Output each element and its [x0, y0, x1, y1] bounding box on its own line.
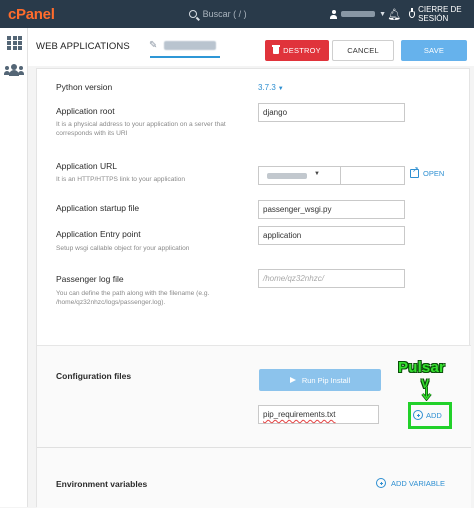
app-root-label: Application root: [56, 106, 115, 116]
external-link-icon: [410, 165, 419, 178]
search-box[interactable]: Buscar ( / ): [188, 9, 257, 19]
run-pip-label: Run Pip Install: [301, 375, 351, 385]
search-icon: [188, 10, 197, 18]
add-label: ADD: [426, 410, 442, 420]
chevron-down-icon: ▼: [379, 10, 387, 18]
destroy-button[interactable]: DESTROY: [265, 40, 329, 61]
power-icon: [408, 8, 416, 18]
url-path-input[interactable]: [341, 166, 405, 185]
env-vars-label: Environment variables: [56, 479, 148, 489]
plus-circle-icon: [376, 478, 386, 488]
application-form-card: Python version 3.7.3 ▼ Application root I…: [36, 68, 471, 508]
entry-point-value: application: [263, 231, 302, 240]
cpanel-logo[interactable]: cPanel: [0, 6, 55, 23]
python-version-value: 3.7.3: [258, 83, 276, 92]
add-config-file-button[interactable]: ADD: [413, 410, 442, 420]
log-file-help: You can define the path along with the f…: [56, 290, 210, 306]
caret-down-icon: ▼: [314, 171, 320, 177]
add-variable-label: ADD VARIABLE: [391, 478, 446, 488]
destroy-label: DESTROY: [283, 46, 321, 55]
python-version-select[interactable]: 3.7.3 ▼: [258, 83, 284, 92]
startup-file-label: Application startup file: [56, 203, 140, 213]
domain-blurred: [267, 173, 307, 179]
annotation-arrow: [421, 387, 432, 401]
users-icon[interactable]: [4, 64, 24, 76]
bell-icon[interactable]: 🔔︎: [386, 8, 403, 21]
user-menu[interactable]: ▼: [330, 9, 387, 19]
cancel-button[interactable]: CANCEL: [332, 40, 394, 61]
entry-point-label: Application Entry point: [56, 229, 141, 239]
app-name-blurred: [164, 41, 216, 50]
trash-icon: [272, 45, 281, 54]
config-file-value: pip_requirements.txt: [263, 410, 336, 419]
add-variable-button[interactable]: ADD VARIABLE: [376, 478, 445, 488]
plus-circle-icon: [413, 410, 423, 420]
entry-point-help: Setup wsgi callable object for your appl…: [56, 245, 190, 252]
open-url-link[interactable]: OPEN: [410, 165, 445, 178]
username-blurred: [341, 11, 376, 17]
save-button[interactable]: SAVE: [401, 40, 467, 61]
log-file-label: Passenger log file: [56, 274, 124, 284]
app-url-help: It is an HTTP/HTTPS link to your applica…: [56, 176, 185, 183]
log-file-placeholder: /home/qz32nhzc/: [263, 274, 324, 283]
log-file-input[interactable]: /home/qz32nhzc/: [258, 269, 405, 288]
pencil-icon[interactable]: ✎: [149, 40, 157, 51]
top-bar: cPanel Buscar ( / ) ▼ 🔔︎ CIERRE DE SESIÓ…: [0, 0, 474, 28]
startup-file-input[interactable]: passenger_wsgi.py: [258, 200, 405, 219]
open-label: OPEN: [423, 169, 445, 178]
domain-select[interactable]: ▼: [258, 166, 341, 185]
app-root-input[interactable]: django: [258, 103, 405, 122]
apps-grid-icon[interactable]: [7, 36, 22, 50]
logout-button[interactable]: CIERRE DE SESIÓN: [408, 5, 474, 23]
page-header: WEB APPLICATIONS ✎ DESTROY CANCEL SAVE: [28, 28, 474, 66]
startup-file-value: passenger_wsgi.py: [263, 205, 332, 214]
app-url-label: Application URL: [56, 161, 117, 171]
entry-point-input[interactable]: application: [258, 226, 405, 245]
left-sidebar: [0, 28, 28, 507]
play-icon: [289, 377, 296, 383]
config-files-label: Configuration files: [56, 371, 132, 381]
app-root-value: django: [263, 108, 288, 117]
annotation-text: Pulsar: [398, 359, 446, 376]
user-icon: [330, 9, 338, 19]
logout-label: CIERRE DE SESIÓN: [418, 5, 462, 23]
python-version-label: Python version: [56, 82, 113, 92]
page-title: WEB APPLICATIONS: [36, 41, 130, 52]
app-root-help: It is a physical address to your applica…: [56, 121, 226, 137]
search-placeholder[interactable]: Buscar ( / ): [203, 9, 247, 19]
app-name-underline: [150, 56, 220, 58]
run-pip-install-button[interactable]: Run Pip Install: [259, 369, 381, 391]
config-file-input[interactable]: pip_requirements.txt: [258, 405, 379, 424]
caret-down-icon: ▼: [277, 86, 284, 92]
